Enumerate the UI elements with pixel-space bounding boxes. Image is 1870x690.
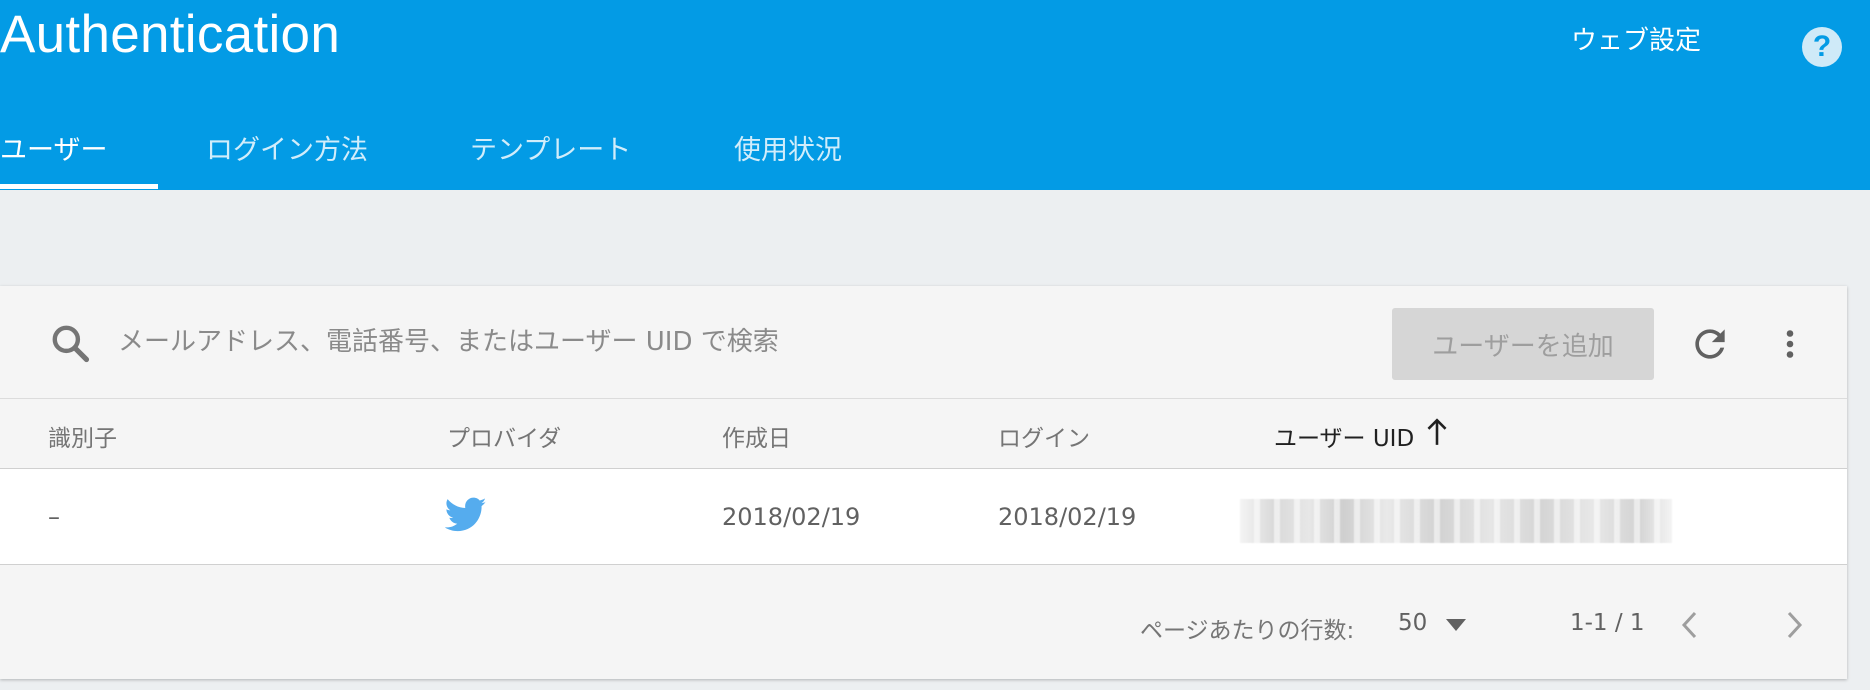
redacted-uid [1240,499,1672,543]
rows-per-page-label: ページあたりの行数: [1140,618,1355,644]
help-icon[interactable]: ? [1802,27,1842,67]
chevron-left-icon[interactable] [1678,609,1702,641]
column-created[interactable]: 作成日 [722,419,791,453]
rows-per-page-select[interactable]: 50 [1398,610,1427,636]
cell-signed-in: 2018/02/19 [998,503,1137,531]
column-identifier[interactable]: 識別子 [48,419,117,453]
add-user-button[interactable]: ユーザーを追加 [1392,308,1654,380]
web-settings-link[interactable]: ウェブ設定 [1571,20,1701,57]
cell-identifier: – [48,503,60,531]
tab-templates[interactable]: テンプレート [470,128,631,167]
more-vert-icon[interactable] [1772,322,1808,366]
column-signed-in[interactable]: ログイン [998,419,1090,453]
dropdown-arrow-icon[interactable] [1444,617,1468,633]
sort-ascending-icon[interactable] [1424,417,1450,447]
twitter-icon [445,497,487,532]
tab-usage[interactable]: 使用状況 [734,128,842,167]
search-bar: ユーザーを追加 [0,286,1847,399]
page-range: 1-1 / 1 [1570,610,1645,636]
column-user-uid[interactable]: ユーザー UID [1274,419,1414,453]
refresh-icon[interactable] [1688,322,1732,366]
table-header: 識別子 プロバイダ 作成日 ログイン ユーザー UID [0,399,1847,469]
search-input[interactable] [118,319,1358,365]
help-glyph: ? [1812,30,1832,63]
page-title: Authentication [0,5,341,64]
cell-created: 2018/02/19 [722,503,861,531]
chevron-right-icon[interactable] [1782,609,1806,641]
app-header: Authentication ウェブ設定 ? ユーザー ログイン方法 テンプレー… [0,0,1870,190]
users-card: ユーザーを追加 識別子 プロバイダ 作成日 ログイン ユーザー UID – 20… [0,286,1847,679]
active-tab-indicator [0,184,158,189]
pagination: ページあたりの行数: 50 1-1 / 1 [0,565,1847,679]
column-provider[interactable]: プロバイダ [447,419,561,453]
tab-sign-in-method[interactable]: ログイン方法 [206,128,368,167]
table-row[interactable]: – 2018/02/19 2018/02/19 [0,469,1847,565]
tab-users[interactable]: ユーザー [0,128,107,167]
search-icon [52,325,90,363]
